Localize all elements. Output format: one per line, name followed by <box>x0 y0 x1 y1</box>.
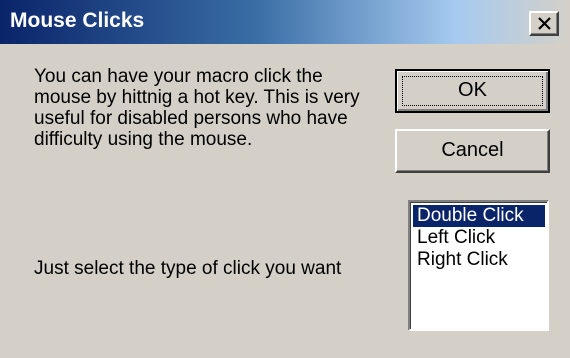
select-prompt: Just select the type of click you want <box>34 258 342 279</box>
close-icon <box>538 17 551 30</box>
focus-ring <box>402 76 543 106</box>
list-item-double-click[interactable]: Double Click <box>413 205 545 227</box>
window-title: Mouse Clicks <box>10 9 145 32</box>
title-bar[interactable]: Mouse Clicks <box>0 0 570 44</box>
ok-button[interactable]: OK <box>395 69 550 113</box>
list-item-right-click[interactable]: Right Click <box>413 249 545 271</box>
mouse-clicks-dialog: Mouse Clicks You can have your macro cli… <box>0 0 570 358</box>
list-item-left-click[interactable]: Left Click <box>413 227 545 249</box>
click-type-listbox[interactable]: Double Click Left Click Right Click <box>408 200 549 331</box>
cancel-button[interactable]: Cancel <box>395 129 550 173</box>
close-button[interactable] <box>529 11 559 36</box>
cancel-button-label: Cancel <box>441 139 504 161</box>
description-text: You can have your macro click the mouse … <box>34 66 360 150</box>
